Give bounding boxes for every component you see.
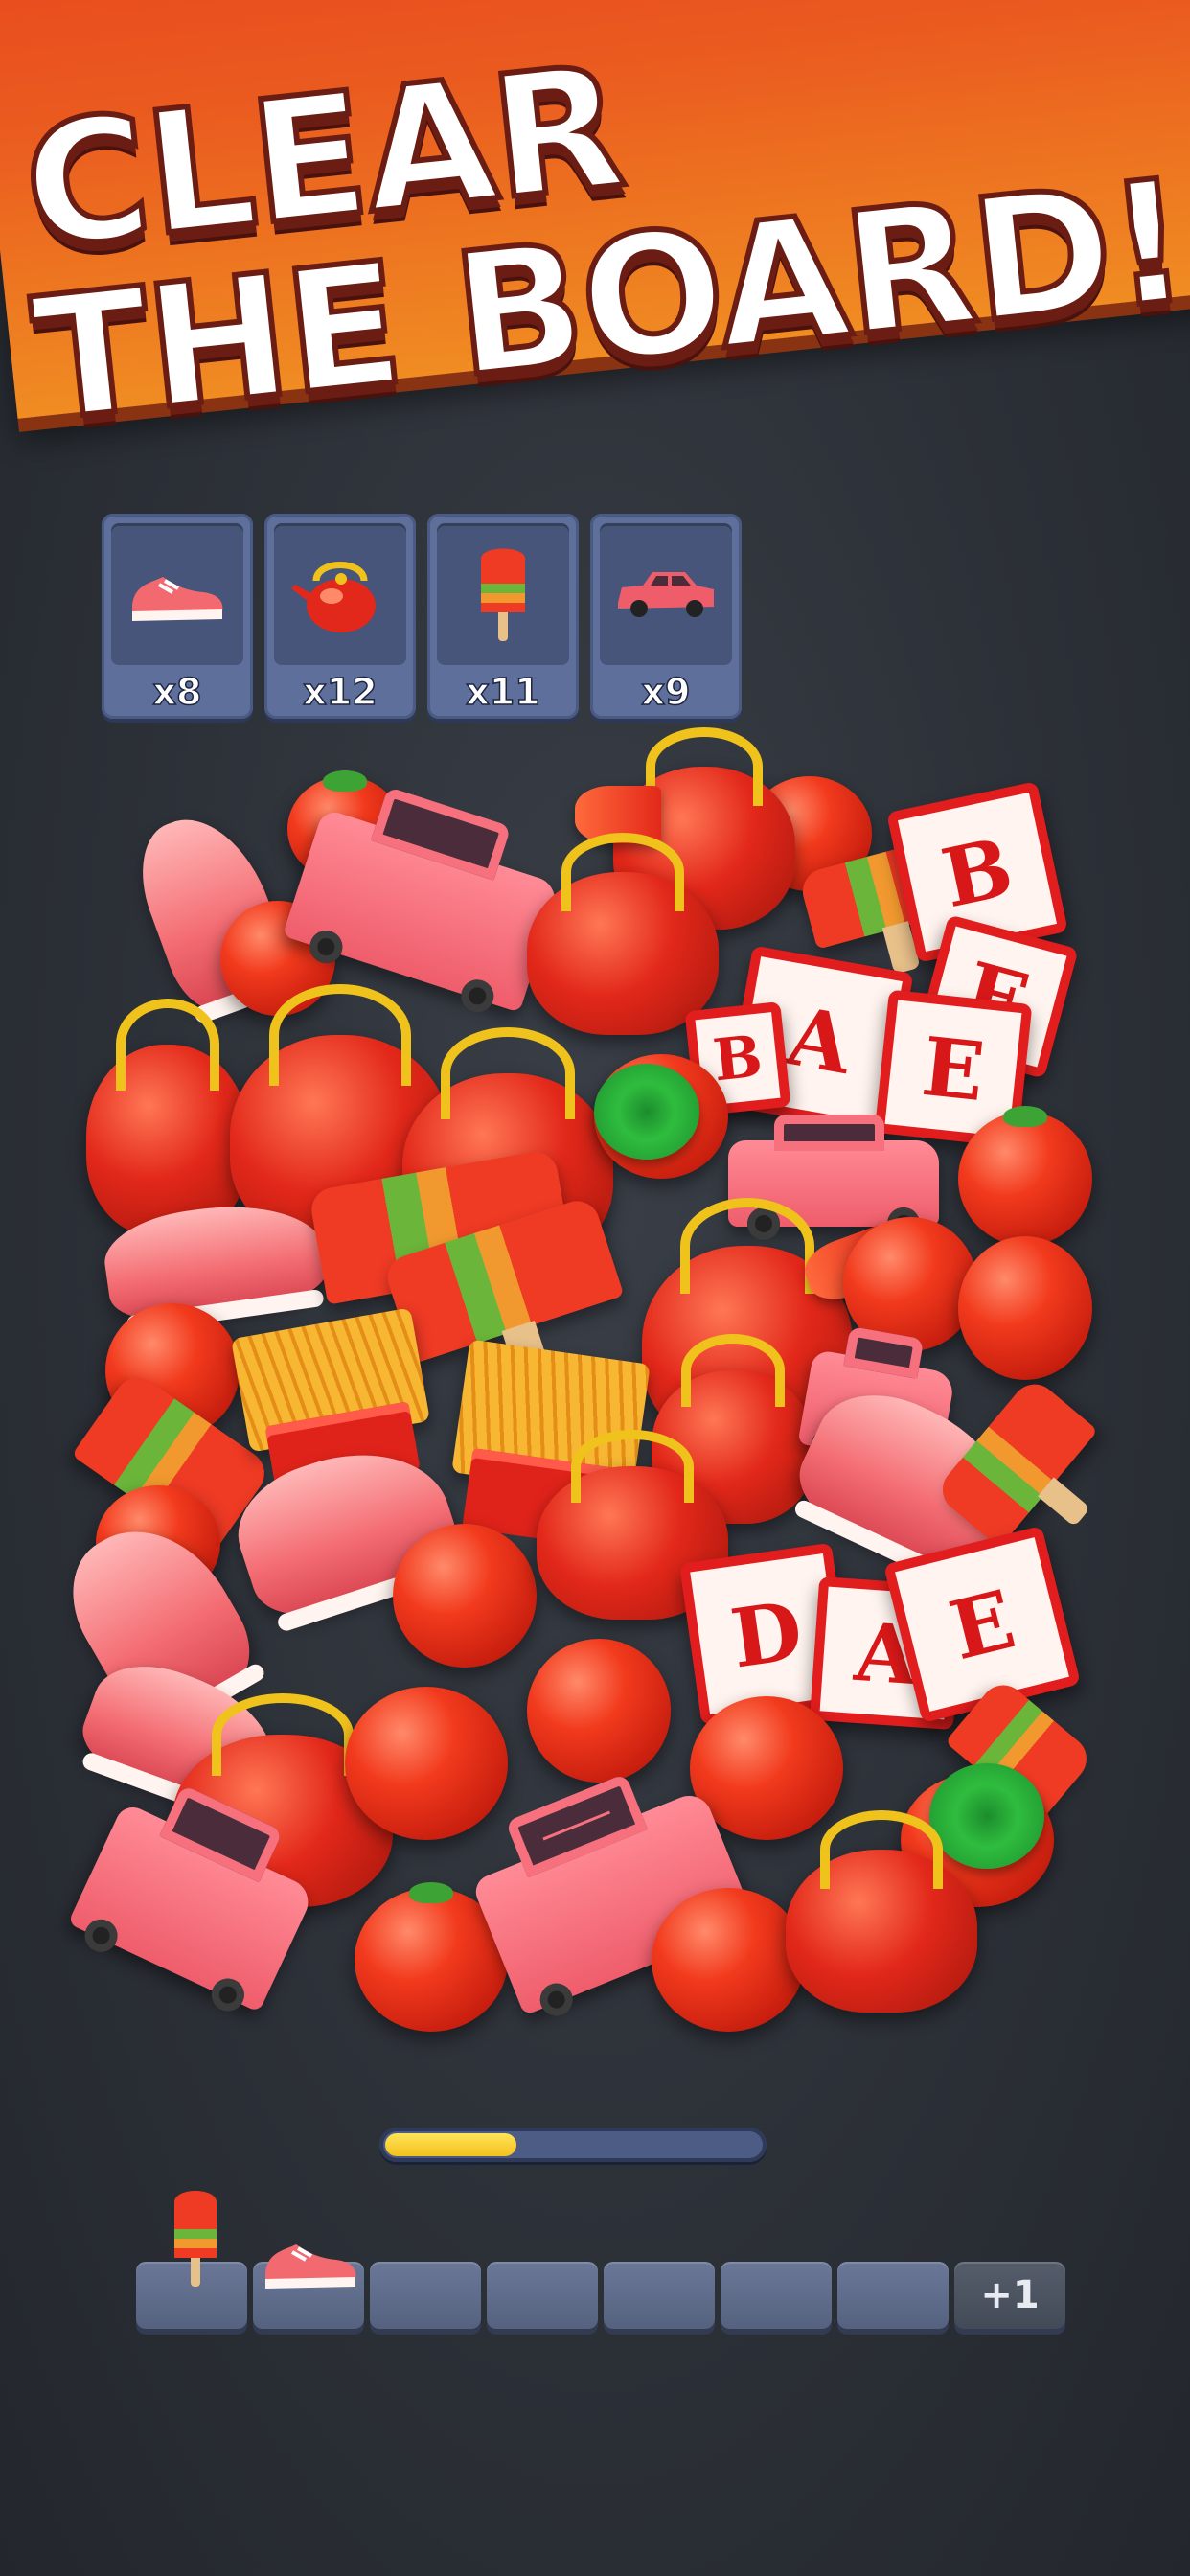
car-item[interactable] bbox=[67, 1802, 316, 2017]
sneaker-icon bbox=[265, 2244, 356, 2288]
level-progress-bar bbox=[379, 2128, 767, 2162]
extra-slot-button[interactable]: +1 bbox=[954, 2262, 1065, 2329]
tomato-item[interactable] bbox=[652, 1888, 805, 2032]
tomato-item[interactable] bbox=[958, 1236, 1092, 1380]
sneaker-icon bbox=[111, 523, 243, 665]
tray-slot[interactable] bbox=[721, 2262, 832, 2329]
goal-count: x11 bbox=[466, 670, 541, 714]
goal-card-popsicle: x11 bbox=[427, 514, 579, 719]
goal-card-car: x9 bbox=[590, 514, 742, 719]
leaf-item[interactable] bbox=[594, 1064, 699, 1160]
popsicle-icon bbox=[437, 523, 569, 665]
tray-slot[interactable] bbox=[136, 2191, 247, 2329]
tomato-item[interactable] bbox=[527, 1639, 671, 1782]
goal-panel: x8 x12 x11 x9 bbox=[102, 514, 742, 719]
goal-count: x12 bbox=[303, 670, 378, 714]
tray-slot[interactable] bbox=[604, 2262, 715, 2329]
tray-slot[interactable] bbox=[837, 2262, 949, 2329]
game-board[interactable]: B E A E B D A E bbox=[48, 727, 1111, 2041]
tomato-item[interactable] bbox=[393, 1524, 537, 1668]
goal-count: x8 bbox=[152, 670, 202, 714]
match-tray: +1 bbox=[136, 2191, 1065, 2329]
kettle-item[interactable] bbox=[786, 1810, 977, 2012]
tomato-item[interactable] bbox=[958, 1106, 1092, 1246]
kettle-icon bbox=[274, 523, 406, 665]
car-icon bbox=[600, 523, 732, 665]
leaf-item[interactable] bbox=[929, 1763, 1044, 1869]
tray-slot[interactable] bbox=[487, 2262, 598, 2329]
fries-item[interactable] bbox=[231, 1307, 430, 1453]
tomato-item[interactable] bbox=[345, 1687, 508, 1840]
popsicle-icon bbox=[174, 2191, 217, 2287]
progress-fill bbox=[385, 2133, 516, 2156]
tray-slot[interactable] bbox=[370, 2262, 481, 2329]
goal-card-kettle: x12 bbox=[264, 514, 416, 719]
tray-slot[interactable] bbox=[253, 2244, 364, 2329]
goal-card-sneaker: x8 bbox=[102, 514, 253, 719]
goal-count: x9 bbox=[641, 670, 691, 714]
